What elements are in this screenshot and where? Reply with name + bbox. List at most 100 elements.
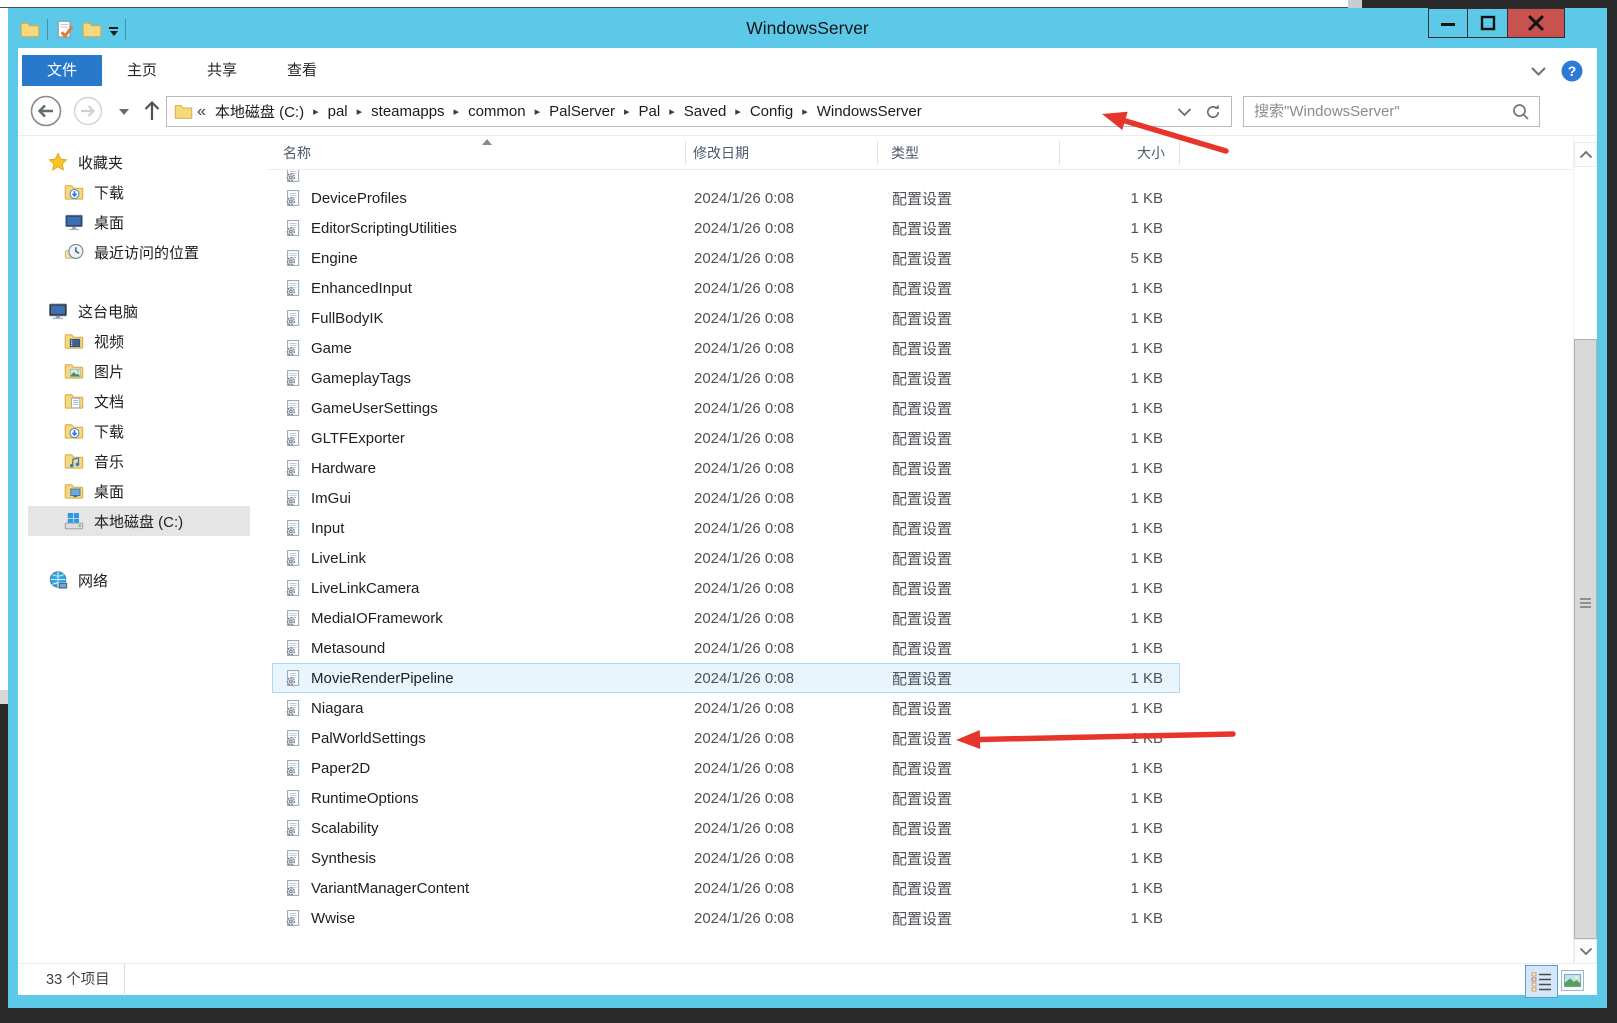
file-type: 配置设置 (892, 550, 953, 568)
window-title: WindowsServer (746, 18, 869, 38)
new-folder-icon[interactable] (82, 19, 102, 40)
details-view-button[interactable] (1525, 965, 1558, 998)
sidebar-item-图片[interactable]: 图片 (28, 356, 250, 386)
breadcrumb-separator[interactable]: ▸ (663, 105, 681, 118)
config-file-icon (284, 189, 302, 207)
breadcrumb-separator[interactable]: ▸ (618, 105, 636, 118)
refresh-icon[interactable] (1204, 103, 1222, 121)
collapse-ribbon-chevron[interactable] (1530, 66, 1547, 77)
file-row-MovieRenderPipeline[interactable]: MovieRenderPipeline 2024/1/26 0:08 配置设置 1 K… (272, 663, 1180, 693)
breadcrumb-Saved[interactable]: Saved (681, 103, 730, 120)
tab-共享[interactable]: 共享 (182, 55, 262, 86)
forward-button[interactable] (73, 96, 103, 126)
file-row-Game[interactable]: Game 2024/1/26 0:08 配置设置 1 KB (272, 333, 1180, 363)
sidebar-item-音乐[interactable]: 音乐 (28, 446, 250, 476)
sidebar-item-桌面[interactable]: 桌面 (28, 207, 250, 237)
help-icon[interactable]: ? (1561, 60, 1583, 82)
file-date: 2024/1/26 0:08 (694, 339, 795, 357)
breadcrumb-本地磁盘 (C:)[interactable]: 本地磁盘 (C:) (212, 101, 307, 122)
search-icon[interactable] (1512, 103, 1530, 121)
sidebar-item-这台电脑[interactable]: 这台电脑 (28, 296, 250, 326)
file-row-Paper2D[interactable]: Paper2D 2024/1/26 0:08 配置设置 1 KB (272, 753, 1180, 783)
file-list: DeviceProfiles 2024/1/26 0:08 配置设置 1 KB Edit… (268, 170, 1573, 933)
properties-check-icon[interactable] (55, 19, 75, 40)
breadcrumb-separator[interactable]: ▸ (351, 105, 369, 118)
scroll-up-button[interactable] (1574, 142, 1597, 167)
file-row-Wwise[interactable]: Wwise 2024/1/26 0:08 配置设置 1 KB (272, 903, 1180, 933)
sidebar-item-本地磁盘 (C:)[interactable]: 本地磁盘 (C:) (28, 506, 250, 536)
breadcrumb-overflow[interactable]: « (193, 103, 212, 121)
sidebar-item-文档[interactable]: 文档 (28, 386, 250, 416)
tab-主页[interactable]: 主页 (102, 55, 182, 86)
breadcrumb-PalServer[interactable]: PalServer (546, 103, 618, 120)
breadcrumb-separator[interactable]: ▸ (448, 105, 466, 118)
maximize-button[interactable] (1468, 8, 1508, 38)
file-type: 配置设置 (892, 310, 953, 328)
tab-查看[interactable]: 查看 (262, 55, 342, 86)
close-button[interactable] (1508, 8, 1565, 38)
tab-文件[interactable]: 文件 (22, 55, 103, 86)
explorer-window-icon[interactable] (20, 19, 40, 40)
breadcrumb-Config[interactable]: Config (747, 103, 796, 120)
breadcrumb-Pal[interactable]: Pal (636, 103, 664, 120)
breadcrumb-WindowsServer[interactable]: WindowsServer (814, 103, 925, 120)
breadcrumb-separator[interactable]: ▸ (529, 105, 547, 118)
breadcrumb-steamapps[interactable]: steamapps (368, 103, 447, 120)
up-button[interactable] (142, 99, 162, 123)
file-row-RuntimeOptions[interactable]: RuntimeOptions 2024/1/26 0:08 配置设置 1 KB (272, 783, 1180, 813)
thumbnails-view-button[interactable] (1561, 970, 1584, 991)
file-row-Hardware[interactable]: Hardware 2024/1/26 0:08 配置设置 1 KB (272, 453, 1180, 483)
file-row-LiveLink[interactable]: LiveLink 2024/1/26 0:08 配置设置 1 KB (272, 543, 1180, 573)
breadcrumb-pal[interactable]: pal (325, 103, 351, 120)
file-row-PalWorldSettings[interactable]: PalWorldSettings 2024/1/26 0:08 配置设置 1 KB (272, 723, 1180, 753)
sidebar-item-视频[interactable]: 视频 (28, 326, 250, 356)
column-header-size[interactable]: 大小 (1060, 140, 1180, 165)
vertical-scrollbar[interactable] (1573, 136, 1597, 964)
file-row-EditorScriptingUtilities[interactable]: EditorScriptingUtilities 2024/1/26 0:08 配置… (272, 213, 1180, 243)
config-file-icon (284, 819, 302, 837)
column-header-type[interactable]: 类型 (878, 140, 1060, 165)
file-row-EnhancedInput[interactable]: EnhancedInput 2024/1/26 0:08 配置设置 1 KB (272, 273, 1180, 303)
file-row-Synthesis[interactable]: Synthesis 2024/1/26 0:08 配置设置 1 KB (272, 843, 1180, 873)
address-bar[interactable]: « 本地磁盘 (C:) ▸ pal ▸ steamapps ▸ common ▸ PalServ… (166, 96, 1232, 127)
file-row-VariantManagerContent[interactable]: VariantManagerContent 2024/1/26 0:08 配置设置 1… (272, 873, 1180, 903)
scroll-down-button[interactable] (1574, 939, 1597, 964)
search-input[interactable] (1244, 103, 1508, 120)
file-row-ImGui[interactable]: ImGui 2024/1/26 0:08 配置设置 1 KB (272, 483, 1180, 513)
recent-locations-caret[interactable] (119, 109, 129, 115)
sidebar-item-桌面[interactable]: 桌面 (28, 476, 250, 506)
column-header-name[interactable]: 名称 (268, 140, 686, 165)
minimize-button[interactable] (1428, 8, 1468, 38)
file-row-MediaIOFramework[interactable]: MediaIOFramework 2024/1/26 0:08 配置设置 1 KB (272, 603, 1180, 633)
file-row-DeviceProfiles[interactable]: DeviceProfiles 2024/1/26 0:08 配置设置 1 KB (272, 183, 1180, 213)
sidebar-item-网络[interactable]: 网络 (28, 565, 250, 595)
back-button[interactable] (30, 95, 62, 127)
file-row-FullBodyIK[interactable]: FullBodyIK 2024/1/26 0:08 配置设置 1 KB (272, 303, 1180, 333)
column-header-date[interactable]: 修改日期 (686, 140, 878, 165)
search-box[interactable] (1243, 96, 1540, 127)
file-row-GameplayTags[interactable]: GameplayTags 2024/1/26 0:08 配置设置 1 KB (272, 363, 1180, 393)
customize-toolbar-caret[interactable] (109, 22, 118, 36)
sidebar-item-收藏夹[interactable]: 收藏夹 (28, 147, 250, 177)
file-type: 配置设置 (892, 520, 953, 538)
file-row-Input[interactable]: Input 2024/1/26 0:08 配置设置 1 KB (272, 513, 1180, 543)
sidebar-item-最近访问的位置[interactable]: 最近访问的位置 (28, 237, 250, 267)
breadcrumb-common[interactable]: common (465, 103, 529, 120)
titlebar[interactable]: WindowsServer (8, 8, 1607, 48)
breadcrumb-separator[interactable]: ▸ (729, 105, 747, 118)
file-row-Metasound[interactable]: Metasound 2024/1/26 0:08 配置设置 1 KB (272, 633, 1180, 663)
clipped-row-above (268, 170, 1573, 183)
file-row-GLTFExporter[interactable]: GLTFExporter 2024/1/26 0:08 配置设置 1 KB (272, 423, 1180, 453)
breadcrumb-separator[interactable]: ▸ (796, 105, 814, 118)
scrollbar-thumb[interactable] (1574, 339, 1597, 939)
file-row-Scalability[interactable]: Scalability 2024/1/26 0:08 配置设置 1 KB (272, 813, 1180, 843)
sidebar-item-下载[interactable]: 下载 (28, 177, 250, 207)
breadcrumb-separator[interactable]: ▸ (307, 105, 325, 118)
file-row-Niagara[interactable]: Niagara 2024/1/26 0:08 配置设置 1 KB (272, 693, 1180, 723)
file-row-GameUserSettings[interactable]: GameUserSettings 2024/1/26 0:08 配置设置 1 KB (272, 393, 1180, 423)
file-row-LiveLinkCamera[interactable]: LiveLinkCamera 2024/1/26 0:08 配置设置 1 KB (272, 573, 1180, 603)
file-row-Engine[interactable]: Engine 2024/1/26 0:08 配置设置 5 KB (272, 243, 1180, 273)
address-history-chevron[interactable] (1177, 107, 1192, 117)
file-date: 2024/1/26 0:08 (694, 519, 795, 537)
sidebar-item-下载[interactable]: 下载 (28, 416, 250, 446)
